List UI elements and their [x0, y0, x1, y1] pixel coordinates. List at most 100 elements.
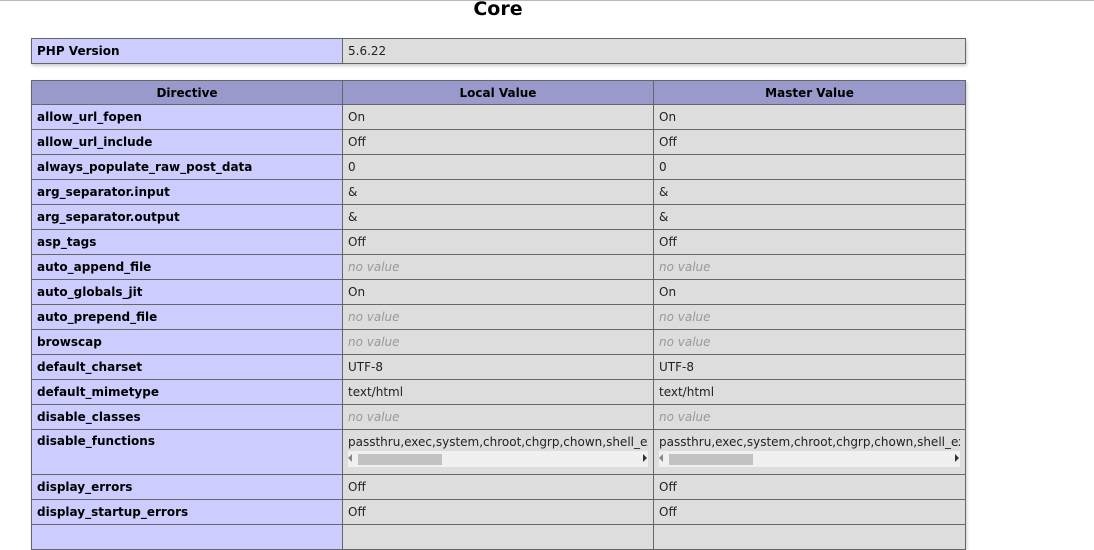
- local-value-cell: no value: [342, 254, 654, 280]
- master-value-scroll-container[interactable]: passthru,exec,system,chroot,chgrp,chown,…: [659, 434, 960, 467]
- local-value-column-header: Local Value: [342, 80, 654, 105]
- master-value-cell: On: [653, 279, 966, 305]
- master-value-cell: &: [653, 179, 966, 205]
- local-value-cell: Off: [342, 229, 654, 255]
- master-value-text: no value: [659, 410, 711, 424]
- local-value-text: no value: [348, 310, 400, 324]
- local-value-text: Off: [348, 505, 366, 519]
- table-row: disable_classes no value no value: [31, 404, 966, 430]
- scrollbar-thumb[interactable]: [358, 454, 442, 465]
- local-value-cell: no value: [342, 304, 654, 330]
- local-value-text: On: [348, 285, 366, 299]
- local-value-cell: [342, 524, 654, 550]
- master-value-cell: Off: [653, 229, 966, 255]
- master-value-cell: UTF-8: [653, 354, 966, 380]
- local-value-cell: no value: [342, 404, 654, 430]
- directive-name: disable_functions: [31, 429, 343, 475]
- local-value-cell: &: [342, 179, 654, 205]
- master-value-text: Off: [659, 505, 677, 519]
- master-value-text: passthru,exec,system,chroot,chgrp,chown,…: [659, 435, 960, 449]
- local-value-cell: Off: [342, 129, 654, 155]
- table-header-row: Directive Local Value Master Value: [31, 80, 966, 105]
- master-value-text: no value: [659, 335, 711, 349]
- master-value-text: &: [659, 185, 669, 199]
- local-value-text: Off: [348, 480, 366, 494]
- table-row: browscap no value no value: [31, 329, 966, 355]
- local-value-cell: UTF-8: [342, 354, 654, 380]
- local-value-cell: On: [342, 279, 654, 305]
- directive-name: arg_separator.input: [31, 179, 343, 205]
- directive-column-header: Directive: [31, 80, 343, 105]
- table-row: default_charset UTF-8 UTF-8: [31, 354, 966, 380]
- scrollbar-thumb[interactable]: [669, 454, 753, 465]
- directive-name: default_mimetype: [31, 379, 343, 405]
- local-value-text: text/html: [348, 385, 404, 399]
- table-row: default_mimetype text/html text/html: [31, 379, 966, 405]
- local-value-text: UTF-8: [348, 360, 383, 374]
- local-value-text: On: [348, 110, 366, 124]
- local-value-cell: On: [342, 104, 654, 130]
- master-value-cell: passthru,exec,system,chroot,chgrp,chown,…: [653, 429, 966, 475]
- local-value-cell: passthru,exec,system,chroot,chgrp,chown,…: [342, 429, 654, 475]
- master-value-text: Off: [659, 235, 677, 249]
- directive-name: display_startup_errors: [31, 499, 343, 525]
- local-value-text: Off: [348, 235, 366, 249]
- master-value-text: &: [659, 210, 669, 224]
- master-value-cell: &: [653, 204, 966, 230]
- local-value-cell: text/html: [342, 379, 654, 405]
- directive-name: disable_classes: [31, 404, 343, 430]
- master-value-text: On: [659, 285, 677, 299]
- master-value-cell: Off: [653, 129, 966, 155]
- directive-name: [31, 524, 343, 550]
- master-value-cell: text/html: [653, 379, 966, 405]
- master-value-cell: no value: [653, 404, 966, 430]
- local-value-cell: &: [342, 204, 654, 230]
- table-row: arg_separator.output & &: [31, 204, 966, 230]
- master-value-text: On: [659, 110, 677, 124]
- master-value-cell: no value: [653, 329, 966, 355]
- local-value-text: passthru,exec,system,chroot,chgrp,chown,…: [348, 435, 648, 449]
- local-value-cell: Off: [342, 499, 654, 525]
- horizontal-scrollbar[interactable]: [659, 451, 960, 467]
- table-row: [31, 524, 966, 550]
- master-value-cell: 0: [653, 154, 966, 180]
- table-row: always_populate_raw_post_data 0 0: [31, 154, 966, 180]
- directive-name: browscap: [31, 329, 343, 355]
- master-value-cell: no value: [653, 254, 966, 280]
- local-value-text: no value: [348, 410, 400, 424]
- core-directive-table: Directive Local Value Master Value allow…: [31, 80, 966, 550]
- directive-name: display_errors: [31, 474, 343, 500]
- local-value-cell: Off: [342, 474, 654, 500]
- scroll-right-arrow-icon[interactable]: [955, 454, 959, 462]
- master-value-cell: Off: [653, 474, 966, 500]
- local-value-scroll-container[interactable]: passthru,exec,system,chroot,chgrp,chown,…: [348, 434, 648, 467]
- master-value-cell: Off: [653, 499, 966, 525]
- php-version-value: 5.6.22: [342, 38, 966, 64]
- horizontal-scrollbar[interactable]: [348, 451, 648, 467]
- php-version-row: PHP Version 5.6.22: [31, 38, 966, 64]
- directive-name: auto_append_file: [31, 254, 343, 280]
- directive-name: default_charset: [31, 354, 343, 380]
- scroll-left-arrow-icon[interactable]: [348, 454, 352, 462]
- local-value-cell: no value: [342, 329, 654, 355]
- local-value-text: no value: [348, 335, 400, 349]
- master-value-text: text/html: [659, 385, 715, 399]
- directive-name: allow_url_include: [31, 129, 343, 155]
- table-row: auto_append_file no value no value: [31, 254, 966, 280]
- local-value-text: &: [348, 185, 358, 199]
- local-value-text: no value: [348, 260, 400, 274]
- master-value-text: no value: [659, 310, 711, 324]
- table-row: allow_url_fopen On On: [31, 104, 966, 130]
- master-value-cell: [653, 524, 966, 550]
- master-value-text: Off: [659, 480, 677, 494]
- table-row: allow_url_include Off Off: [31, 129, 966, 155]
- master-value-cell: On: [653, 104, 966, 130]
- local-value-text: &: [348, 210, 358, 224]
- table-row: display_startup_errors Off Off: [31, 499, 966, 525]
- master-value-text: no value: [659, 260, 711, 274]
- scroll-right-arrow-icon[interactable]: [643, 454, 647, 462]
- table-row: display_errors Off Off: [31, 474, 966, 500]
- table-row: disable_functions passthru,exec,system,ch…: [31, 429, 966, 475]
- directive-name: auto_globals_jit: [31, 279, 343, 305]
- scroll-left-arrow-icon[interactable]: [659, 454, 663, 462]
